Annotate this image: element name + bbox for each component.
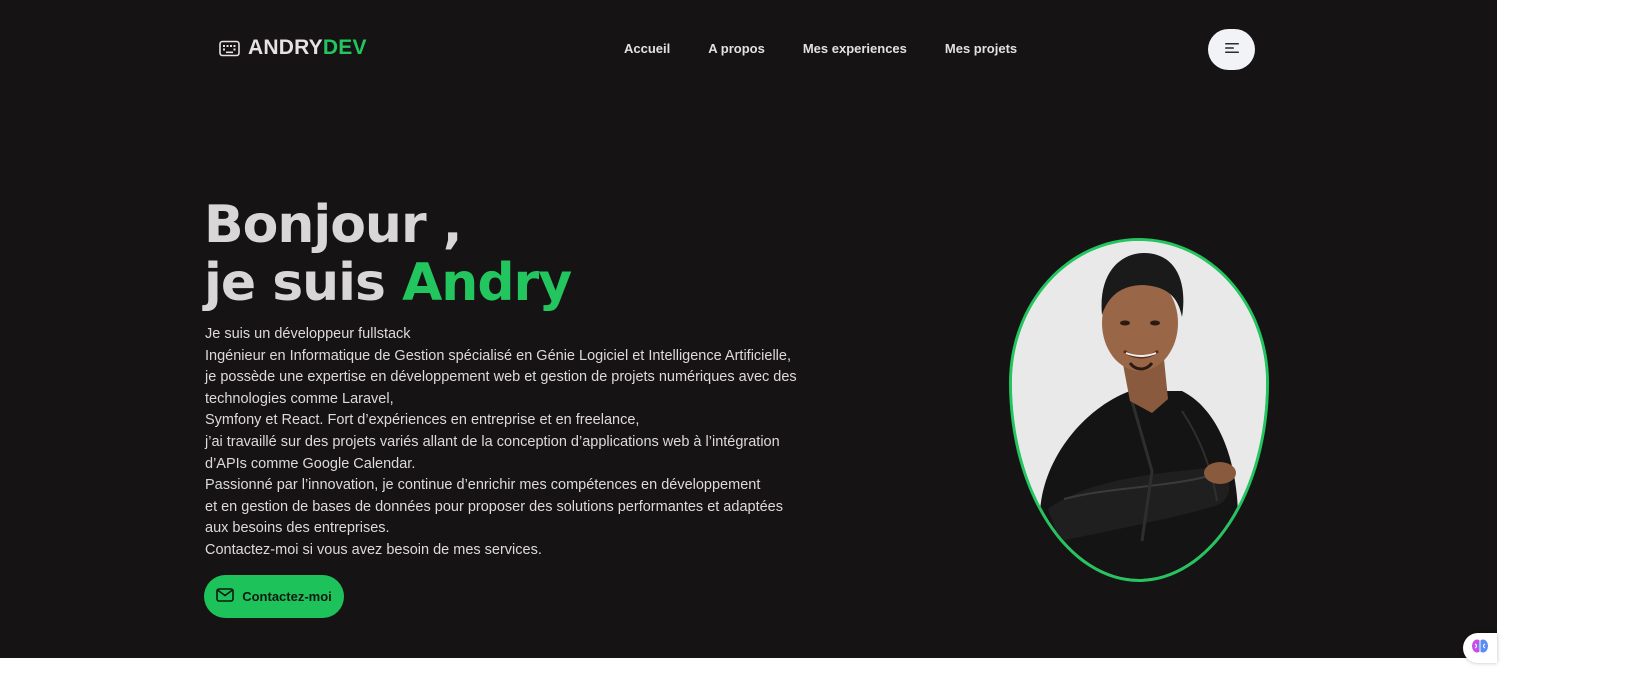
nav-link-experiences[interactable]: Mes experiences (803, 41, 907, 56)
menu-lines-icon (1224, 41, 1239, 59)
menu-button[interactable] (1208, 29, 1255, 70)
intro-line: Passionné par l’innovation, je continue … (205, 477, 761, 494)
keyboard-icon (219, 40, 240, 57)
contact-button-label: Contactez-moi (242, 589, 332, 604)
intro-line: je possède une expertise en développemen… (205, 369, 797, 386)
hero-name: Andry (402, 253, 572, 313)
intro-line: Symfony et React. Fort d’expériences en … (205, 412, 640, 429)
hero-intro-prefix: je suis (204, 253, 386, 313)
intro-line: technologies comme Laravel, (205, 390, 394, 407)
nav-link-a-propos[interactable]: A propos (708, 41, 765, 56)
intro-line: Contactez-moi si vous avez besoin de mes… (205, 541, 542, 558)
intro-paragraph: Je suis un développeur fullstack Ingénie… (205, 324, 805, 562)
intro-line: Je suis un développeur fullstack (205, 326, 411, 342)
intro-line: d’APIs comme Google Calendar. (205, 455, 416, 472)
intro-line: j’ai travaillé sur des projets variés al… (205, 433, 780, 450)
intro-line: et en gestion de bases de données pour p… (205, 498, 783, 515)
brand-name-part2: DEV (322, 36, 367, 59)
hero-section: ANDRYDEV Accueil A propos Mes experience… (0, 0, 1497, 658)
floating-widget-button[interactable] (1463, 633, 1497, 663)
hero-greeting: Bonjour , (204, 195, 462, 255)
brand-logo[interactable]: ANDRYDEV (219, 36, 367, 60)
nav-link-projets[interactable]: Mes projets (945, 41, 1017, 56)
brand-name-part1: ANDRY (248, 36, 323, 59)
profile-photo (1009, 238, 1269, 582)
intro-line: Ingénieur en Informatique de Gestion spé… (205, 347, 791, 364)
contact-button[interactable]: Contactez-moi (204, 575, 344, 618)
intro-line: aux besoins des entreprises. (205, 520, 390, 537)
mail-icon (216, 588, 235, 605)
hero-heading: Bonjour , je suis Andry (204, 195, 572, 313)
brain-icon (1471, 638, 1489, 659)
main-nav: Accueil A propos Mes experiences Mes pro… (624, 41, 1017, 56)
nav-link-accueil[interactable]: Accueil (624, 41, 670, 56)
